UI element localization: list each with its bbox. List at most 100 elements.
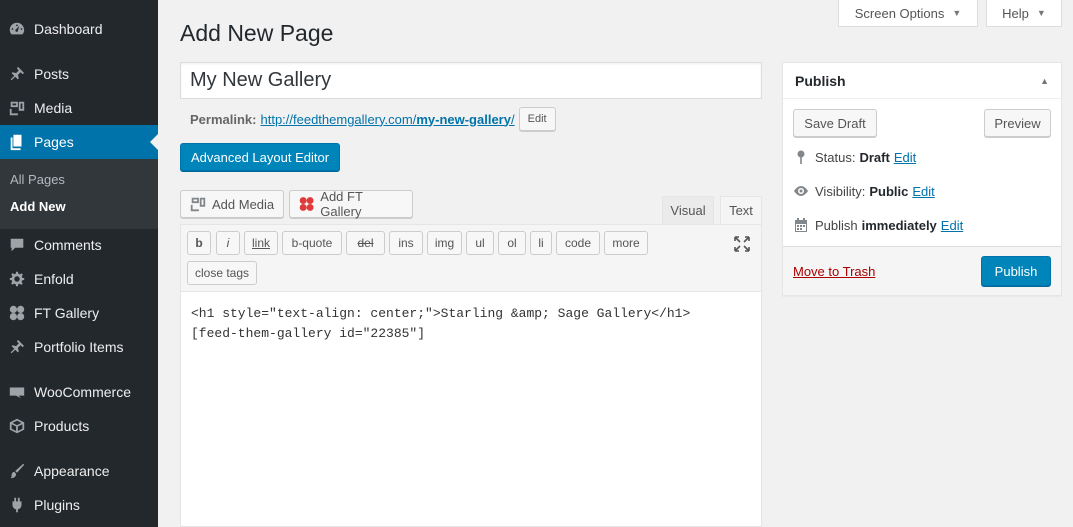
- status-label: Status:: [815, 149, 856, 165]
- content-line: <h1 style="text-align: center;">Starling…: [191, 306, 691, 321]
- preview-button[interactable]: Preview: [984, 109, 1051, 137]
- woocommerce-icon: [0, 383, 34, 401]
- publish-schedule-row: Publish immediately Edit: [793, 217, 963, 233]
- add-media-label: Add Media: [212, 196, 275, 212]
- sidebar-item-label: FT Gallery: [34, 305, 100, 321]
- permalink-edit-button[interactable]: Edit: [518, 107, 556, 131]
- sidebar-item-dashboard[interactable]: Dashboard: [0, 12, 158, 46]
- gallery-icon: [0, 304, 34, 322]
- publish-schedule-edit-link[interactable]: Edit: [941, 218, 963, 233]
- sidebar-item-pages[interactable]: Pages: [0, 125, 158, 159]
- sidebar-item-comments[interactable]: Comments: [0, 228, 158, 262]
- sidebar-item-portfolio-items[interactable]: Portfolio Items: [0, 330, 158, 364]
- quicktag-ol-button[interactable]: ol: [498, 231, 526, 255]
- publish-box-footer: Move to Trash Publish: [783, 246, 1061, 295]
- tab-visual[interactable]: Visual: [662, 196, 714, 224]
- publish-button[interactable]: Publish: [981, 256, 1051, 286]
- publish-box-header[interactable]: Publish ▲: [783, 63, 1061, 99]
- add-ft-gallery-label: Add FT Gallery: [320, 189, 363, 219]
- publish-box: Publish ▲ Save Draft Preview Status: Dra…: [782, 62, 1062, 296]
- help-tab[interactable]: Help ▼: [986, 0, 1062, 27]
- editor-content[interactable]: <h1 style="text-align: center;">Starling…: [191, 304, 690, 344]
- sidebar-item-label: Portfolio Items: [34, 339, 124, 355]
- permalink-link[interactable]: http://feedthemgallery.com/my-new-galler…: [260, 112, 514, 127]
- page-title: Add New Page: [180, 20, 334, 46]
- content-line: [feed-them-gallery id="22385"]: [191, 326, 426, 341]
- sidebar-item-appearance[interactable]: Appearance: [0, 454, 158, 488]
- media-icon: [190, 197, 206, 212]
- quicktag-bold-button[interactable]: b: [187, 231, 211, 255]
- pages-icon: [0, 133, 34, 151]
- screen-options-label: Screen Options: [854, 5, 945, 21]
- dashboard-icon: [0, 20, 34, 38]
- quicktag-del-button[interactable]: del: [346, 231, 385, 255]
- quicktag-code-button[interactable]: code: [556, 231, 600, 255]
- status-edit-link[interactable]: Edit: [894, 150, 916, 165]
- save-draft-button[interactable]: Save Draft: [793, 109, 877, 137]
- tab-text[interactable]: Text: [720, 196, 762, 224]
- gear-icon: [0, 270, 34, 288]
- quicktag-ul-button[interactable]: ul: [466, 231, 494, 255]
- quicktag-li-button[interactable]: li: [530, 231, 552, 255]
- box-icon: [0, 417, 34, 435]
- text-editor[interactable]: b i link b-quote del ins img ul ol li co…: [180, 224, 762, 527]
- quicktag-link-button[interactable]: link: [244, 231, 278, 255]
- sidebar-item-woocommerce[interactable]: WooCommerce: [0, 375, 158, 409]
- quicktag-italic-button[interactable]: i: [216, 231, 240, 255]
- status-value: Draft: [859, 149, 890, 165]
- sidebar-item-label: Products: [34, 418, 90, 434]
- caret-down-icon: ▼: [952, 8, 962, 18]
- sidebar-item-label: Dashboard: [34, 21, 103, 37]
- gallery-icon: [299, 197, 314, 211]
- sidebar-item-enfold[interactable]: Enfold: [0, 262, 158, 296]
- quicktag-more-button[interactable]: more: [604, 231, 648, 255]
- sidebar-item-label: Plugins: [34, 497, 80, 513]
- submenu-add-new[interactable]: Add New: [10, 199, 66, 214]
- submenu-all-pages[interactable]: All Pages: [10, 172, 65, 187]
- eye-icon: [793, 183, 815, 199]
- add-media-button[interactable]: Add Media: [180, 190, 284, 218]
- screen-options-tab[interactable]: Screen Options ▼: [838, 0, 978, 27]
- permalink-label: Permalink:: [190, 111, 257, 127]
- add-ft-gallery-button[interactable]: Add FT Gallery: [289, 189, 413, 219]
- sidebar-item-label: Media: [34, 100, 73, 116]
- sidebar-item-products[interactable]: Products: [0, 409, 158, 443]
- status-row: Status: Draft Edit: [793, 149, 916, 165]
- pin-icon: [0, 65, 34, 83]
- visibility-value: Public: [869, 183, 909, 199]
- title-input[interactable]: [180, 62, 762, 99]
- publish-schedule-label: Publish: [815, 217, 858, 233]
- visibility-row: Visibility: Public Edit: [793, 183, 935, 199]
- permalink-base: http://feedthemgallery.com/: [260, 111, 417, 127]
- quicktag-ins-button[interactable]: ins: [389, 231, 423, 255]
- move-to-trash-link[interactable]: Move to Trash: [793, 264, 875, 279]
- sidebar-item-label: Appearance: [34, 463, 110, 479]
- pages-submenu: All Pages Add New: [0, 159, 158, 229]
- permalink-trailing: /: [510, 111, 515, 127]
- brush-icon: [0, 462, 34, 480]
- sidebar-item-plugins[interactable]: Plugins: [0, 488, 158, 522]
- sidebar-item-label: Comments: [34, 237, 102, 253]
- quicktags-toolbar: b i link b-quote del ins img ul ol li co…: [181, 225, 761, 292]
- visibility-edit-link[interactable]: Edit: [912, 184, 934, 199]
- quicktag-bquote-button[interactable]: b-quote: [282, 231, 342, 255]
- sidebar-item-label: Pages: [34, 134, 74, 150]
- publish-schedule-value: immediately: [861, 217, 937, 233]
- publish-box-title: Publish: [795, 73, 846, 89]
- media-icon: [0, 99, 34, 117]
- quicktag-close-tags-button[interactable]: close tags: [187, 261, 257, 285]
- advanced-layout-editor-button[interactable]: Advanced Layout Editor: [180, 143, 341, 171]
- sidebar-item-media[interactable]: Media: [0, 91, 158, 125]
- quicktag-img-button[interactable]: img: [427, 231, 462, 255]
- permalink-slug: my-new-gallery: [416, 111, 511, 127]
- visibility-label: Visibility:: [815, 183, 866, 199]
- fullscreen-icon[interactable]: [733, 235, 751, 253]
- sidebar-item-label: Enfold: [34, 271, 74, 287]
- sidebar-item-ft-gallery[interactable]: FT Gallery: [0, 296, 158, 330]
- caret-down-icon: ▼: [1036, 8, 1046, 18]
- plug-icon: [0, 496, 34, 514]
- collapse-arrow-icon[interactable]: ▲: [1040, 76, 1049, 86]
- sidebar-item-posts[interactable]: Posts: [0, 57, 158, 91]
- permalink-row: Permalink: http://feedthemgallery.com/my…: [190, 107, 556, 131]
- help-label: Help: [1002, 5, 1029, 21]
